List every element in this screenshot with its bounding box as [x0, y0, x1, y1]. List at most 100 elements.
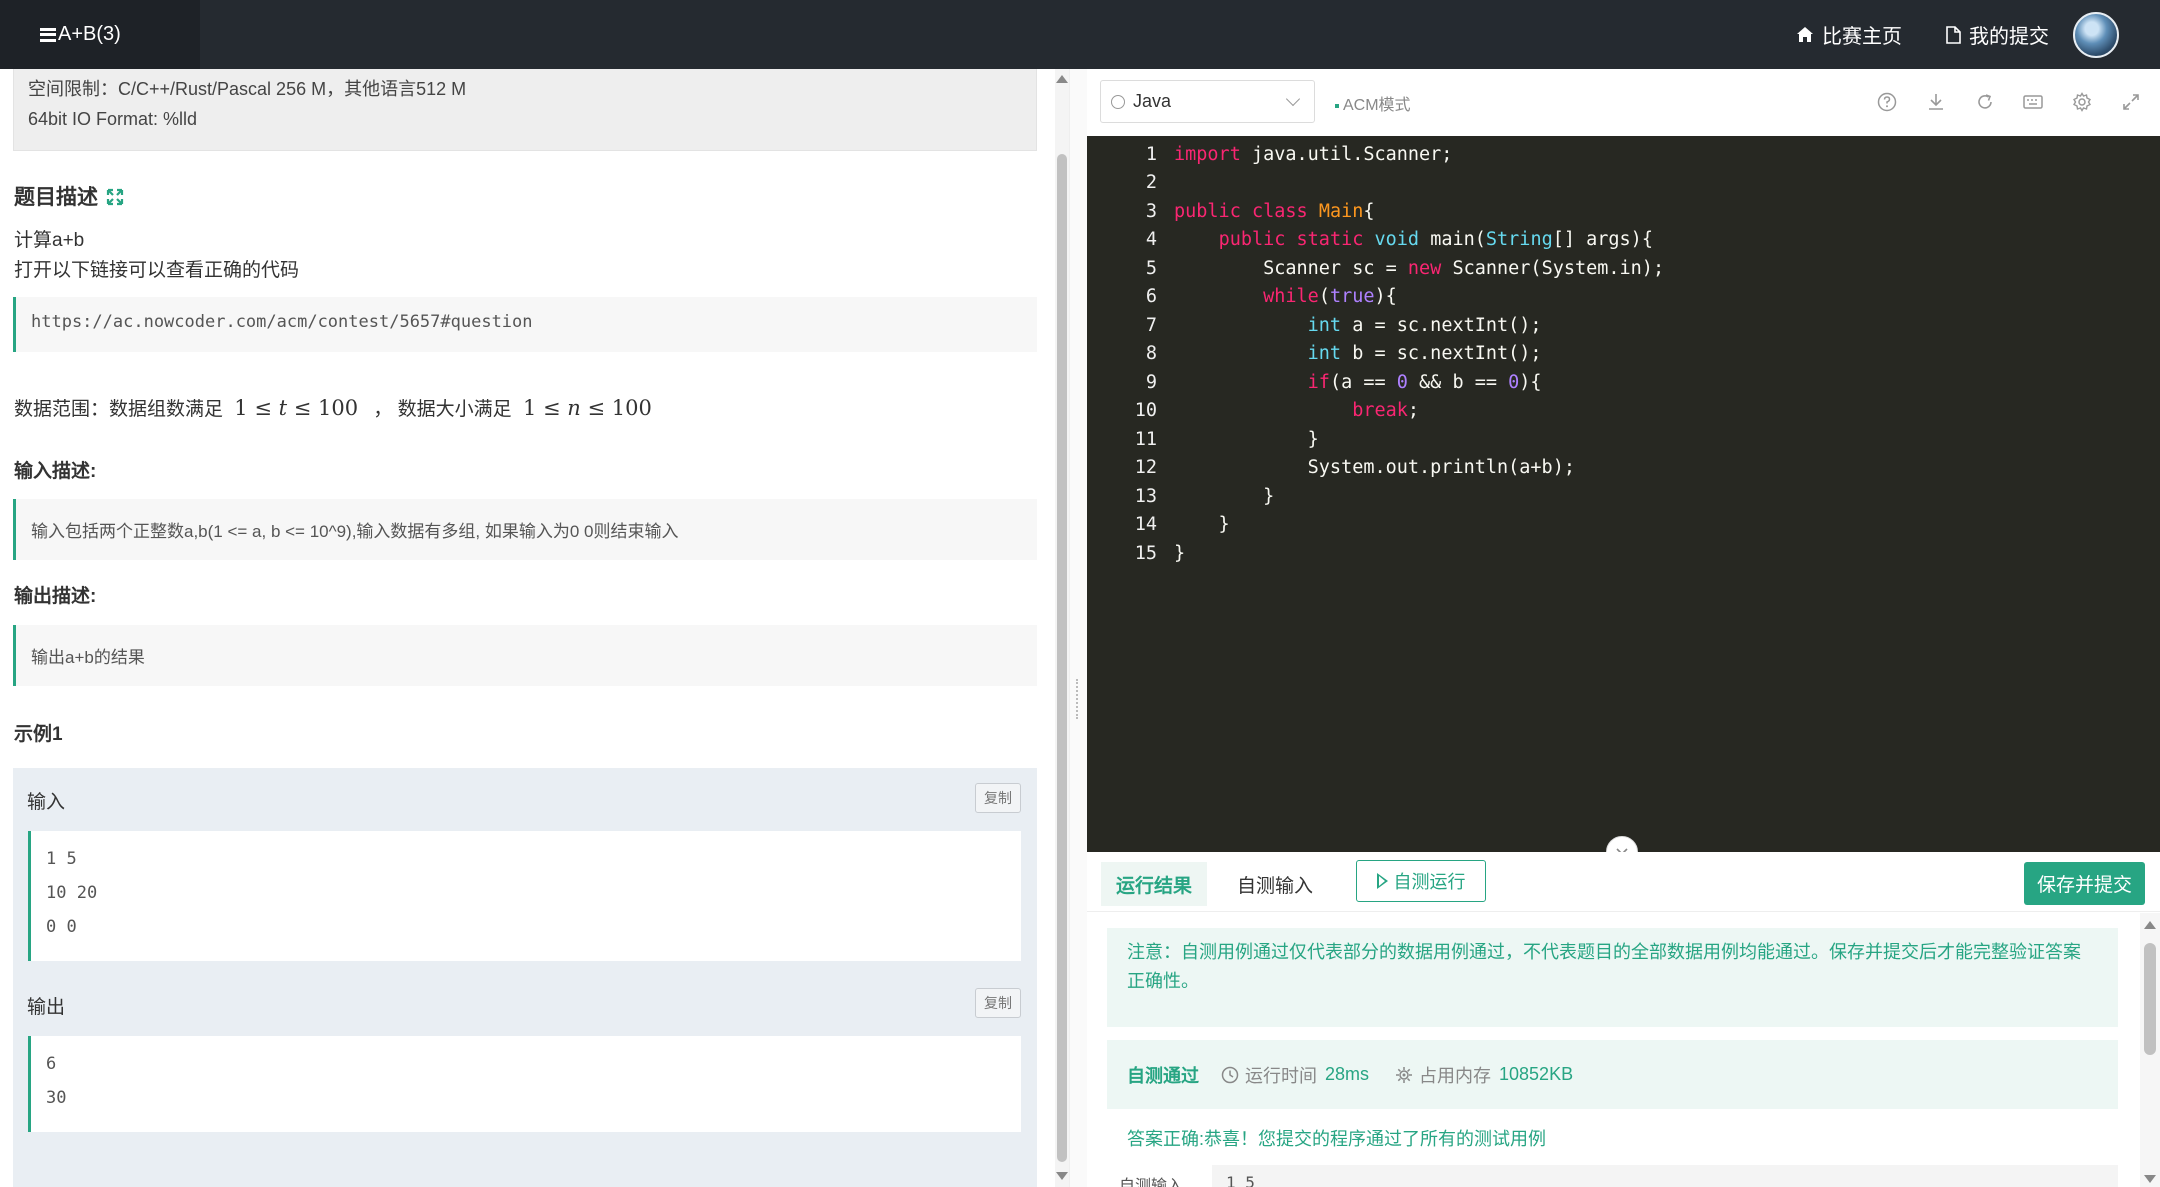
example-input-line: 0 0 [46, 917, 77, 937]
page-title: A+B(3) [58, 23, 121, 45]
language-select[interactable]: Java [1100, 80, 1315, 123]
code-line: 5 Scanner sc = new Scanner(System.in); [1087, 255, 1664, 283]
code-line: 7 int a = sc.nextInt(); [1087, 312, 1542, 340]
code-line: 8 int b = sc.nextInt(); [1087, 340, 1542, 368]
line-number: 1 [1145, 144, 1157, 165]
link-block: https://ac.nowcoder.com/acm/contest/5657… [13, 297, 1037, 352]
code-line: 10 break; [1087, 397, 1419, 425]
limits-box: 空间限制：C/C++/Rust/Pascal 256 M，其他语言512 M 6… [13, 69, 1037, 151]
panel-resize-handle[interactable] [1069, 69, 1087, 1187]
info-icon [1111, 94, 1125, 109]
io-format: 64bit IO Format: %lld [28, 109, 198, 129]
scroll-up-arrow-icon[interactable] [1056, 75, 1068, 83]
clock-icon [1221, 1066, 1239, 1083]
problem-link[interactable]: https://ac.nowcoder.com/acm/contest/5657… [31, 312, 533, 332]
self-test-notice: 注意：自测用例通过仅代表部分的数据用例通过，不代表题目的全部数据用例均能通过。保… [1107, 928, 2118, 1027]
help-icon[interactable] [1876, 91, 1898, 113]
code-line: 15} [1087, 540, 1185, 568]
keyboard-icon[interactable] [2022, 91, 2044, 113]
line-number: 14 [1134, 514, 1157, 535]
problem-title-menu[interactable]: A+B(3) [0, 0, 200, 69]
data-range-prefix: 数据范围：数据组数满足 [14, 399, 224, 420]
tab-run-result[interactable]: 运行结果 [1101, 862, 1207, 906]
line-number: 4 [1145, 229, 1157, 250]
runtime-label: 运行时间 [1245, 1065, 1317, 1086]
nav-my-submissions-label: 我的提交 [1969, 26, 2049, 48]
example-input-label: 输入 [27, 792, 66, 813]
input-title: 输入描述: [14, 461, 97, 482]
example-output-line: 6 [46, 1054, 57, 1074]
description-title-text: 题目描述 [14, 186, 98, 209]
input-desc-block: 输入包括两个正整数a,b(1 <= a, b <= 10^9),输入数据有多组,… [13, 499, 1037, 560]
data-range-formula-t: 1 ≤ t ≤ 100 [234, 396, 359, 420]
line-number: 2 [1145, 172, 1157, 193]
description-line-1: 计算a+b [14, 230, 85, 251]
code-line: 14 } [1087, 511, 1230, 539]
example-title: 示例1 [14, 724, 63, 745]
code-line: 4 public static void main(String[] args)… [1087, 226, 1653, 254]
expand-icon[interactable] [106, 188, 124, 206]
success-message: 答案正确:恭喜！您提交的程序通过了所有的测试用例 [1127, 1129, 1546, 1149]
example-block: 输入 复制 1 5 10 20 0 0 输出 复制 6 30 [13, 768, 1037, 1187]
save-submit-button[interactable]: 保存并提交 [2024, 862, 2145, 905]
data-range: 数据范围：数据组数满足 1 ≤ t ≤ 100 ， 数据大小满足 1 ≤ n ≤… [14, 394, 652, 421]
scroll-down-arrow-icon[interactable] [2144, 1175, 2156, 1183]
example-output-line: 30 [46, 1088, 67, 1108]
example-input-line: 1 5 [46, 849, 77, 869]
results-scrollbar-thumb[interactable] [2144, 943, 2156, 1055]
code-line: 13 } [1087, 483, 1275, 511]
line-number: 8 [1145, 343, 1157, 364]
resize-grip-icon [1076, 679, 1080, 719]
description-line-2: 打开以下链接可以查看正确的代码 [14, 260, 300, 281]
code-line: 11 } [1087, 426, 1319, 454]
problem-scrollbar[interactable] [1055, 69, 1069, 1187]
results-panel: 注意：自测用例通过仅代表部分的数据用例通过，不代表题目的全部数据用例均能通过。保… [1087, 913, 2140, 1187]
code-line: 9 if(a == 0 && b == 0){ [1087, 369, 1542, 397]
copy-output-button[interactable]: 复制 [975, 988, 1021, 1018]
code-line: 1 import java.util.Scanner; [1087, 141, 1453, 169]
line-number: 11 [1134, 429, 1157, 450]
tab-custom-input[interactable]: 自测输入 [1237, 862, 1313, 906]
download-icon[interactable] [1925, 91, 1947, 113]
line-number: 10 [1134, 400, 1157, 421]
line-number: 3 [1145, 201, 1157, 222]
line-number: 9 [1145, 372, 1157, 393]
fullscreen-icon[interactable] [2120, 91, 2142, 113]
chip-icon [1396, 1066, 1413, 1083]
example-input-line: 10 20 [46, 883, 98, 903]
example-output-box: 6 30 [28, 1036, 1021, 1132]
status-badge: 自测通过 [1127, 1065, 1199, 1086]
acm-mode-text: ACM模式 [1343, 97, 1411, 114]
code-line: 2 [1087, 169, 1174, 197]
line-number: 15 [1134, 543, 1157, 564]
code-line: 12 System.out.println(a+b); [1087, 454, 1575, 482]
example-input-box: 1 5 10 20 0 0 [28, 831, 1021, 961]
problem-scrollbar-thumb[interactable] [1057, 154, 1067, 1162]
line-number: 13 [1134, 486, 1157, 507]
language-select-value: Java [1133, 91, 1172, 111]
code-line: 6 while(true){ [1087, 283, 1397, 311]
chevron-down-icon [1285, 91, 1301, 107]
scroll-down-arrow-icon[interactable] [1056, 1172, 1068, 1180]
nav-contest-home[interactable]: 比赛主页 [1796, 0, 1902, 69]
self-test-run-button[interactable]: 自测运行 [1356, 860, 1486, 902]
line-number: 12 [1134, 457, 1157, 478]
nav-my-submissions[interactable]: 我的提交 [1946, 0, 2049, 69]
menu-icon [40, 27, 56, 42]
results-tabs-bar: 运行结果 自测输入 自测运行 保存并提交 [1087, 852, 2160, 912]
copy-input-button[interactable]: 复制 [975, 783, 1021, 813]
scroll-up-arrow-icon[interactable] [2144, 921, 2156, 929]
document-icon [1946, 25, 1961, 44]
memory-value: 10852KB [1499, 1064, 1574, 1084]
avatar[interactable] [2073, 12, 2119, 58]
play-icon [1376, 873, 1388, 889]
gear-icon[interactable] [2071, 91, 2093, 113]
page: A+B(3) 比赛主页 我的提交 空间限制：C/C++/Rust/Pascal … [0, 0, 2160, 1187]
self-test-run-label: 自测运行 [1393, 872, 1466, 892]
code-editor[interactable]: 1 import java.util.Scanner; 2 3 public cla… [1087, 136, 2160, 852]
input-desc: 输入包括两个正整数a,b(1 <= a, b <= 10^9),输入数据有多组,… [31, 522, 679, 541]
top-bar: A+B(3) 比赛主页 我的提交 [0, 0, 2160, 69]
refresh-icon[interactable] [1974, 91, 1996, 113]
results-scrollbar[interactable] [2140, 913, 2160, 1187]
self-input-value: 1 5 [1226, 1173, 1255, 1187]
